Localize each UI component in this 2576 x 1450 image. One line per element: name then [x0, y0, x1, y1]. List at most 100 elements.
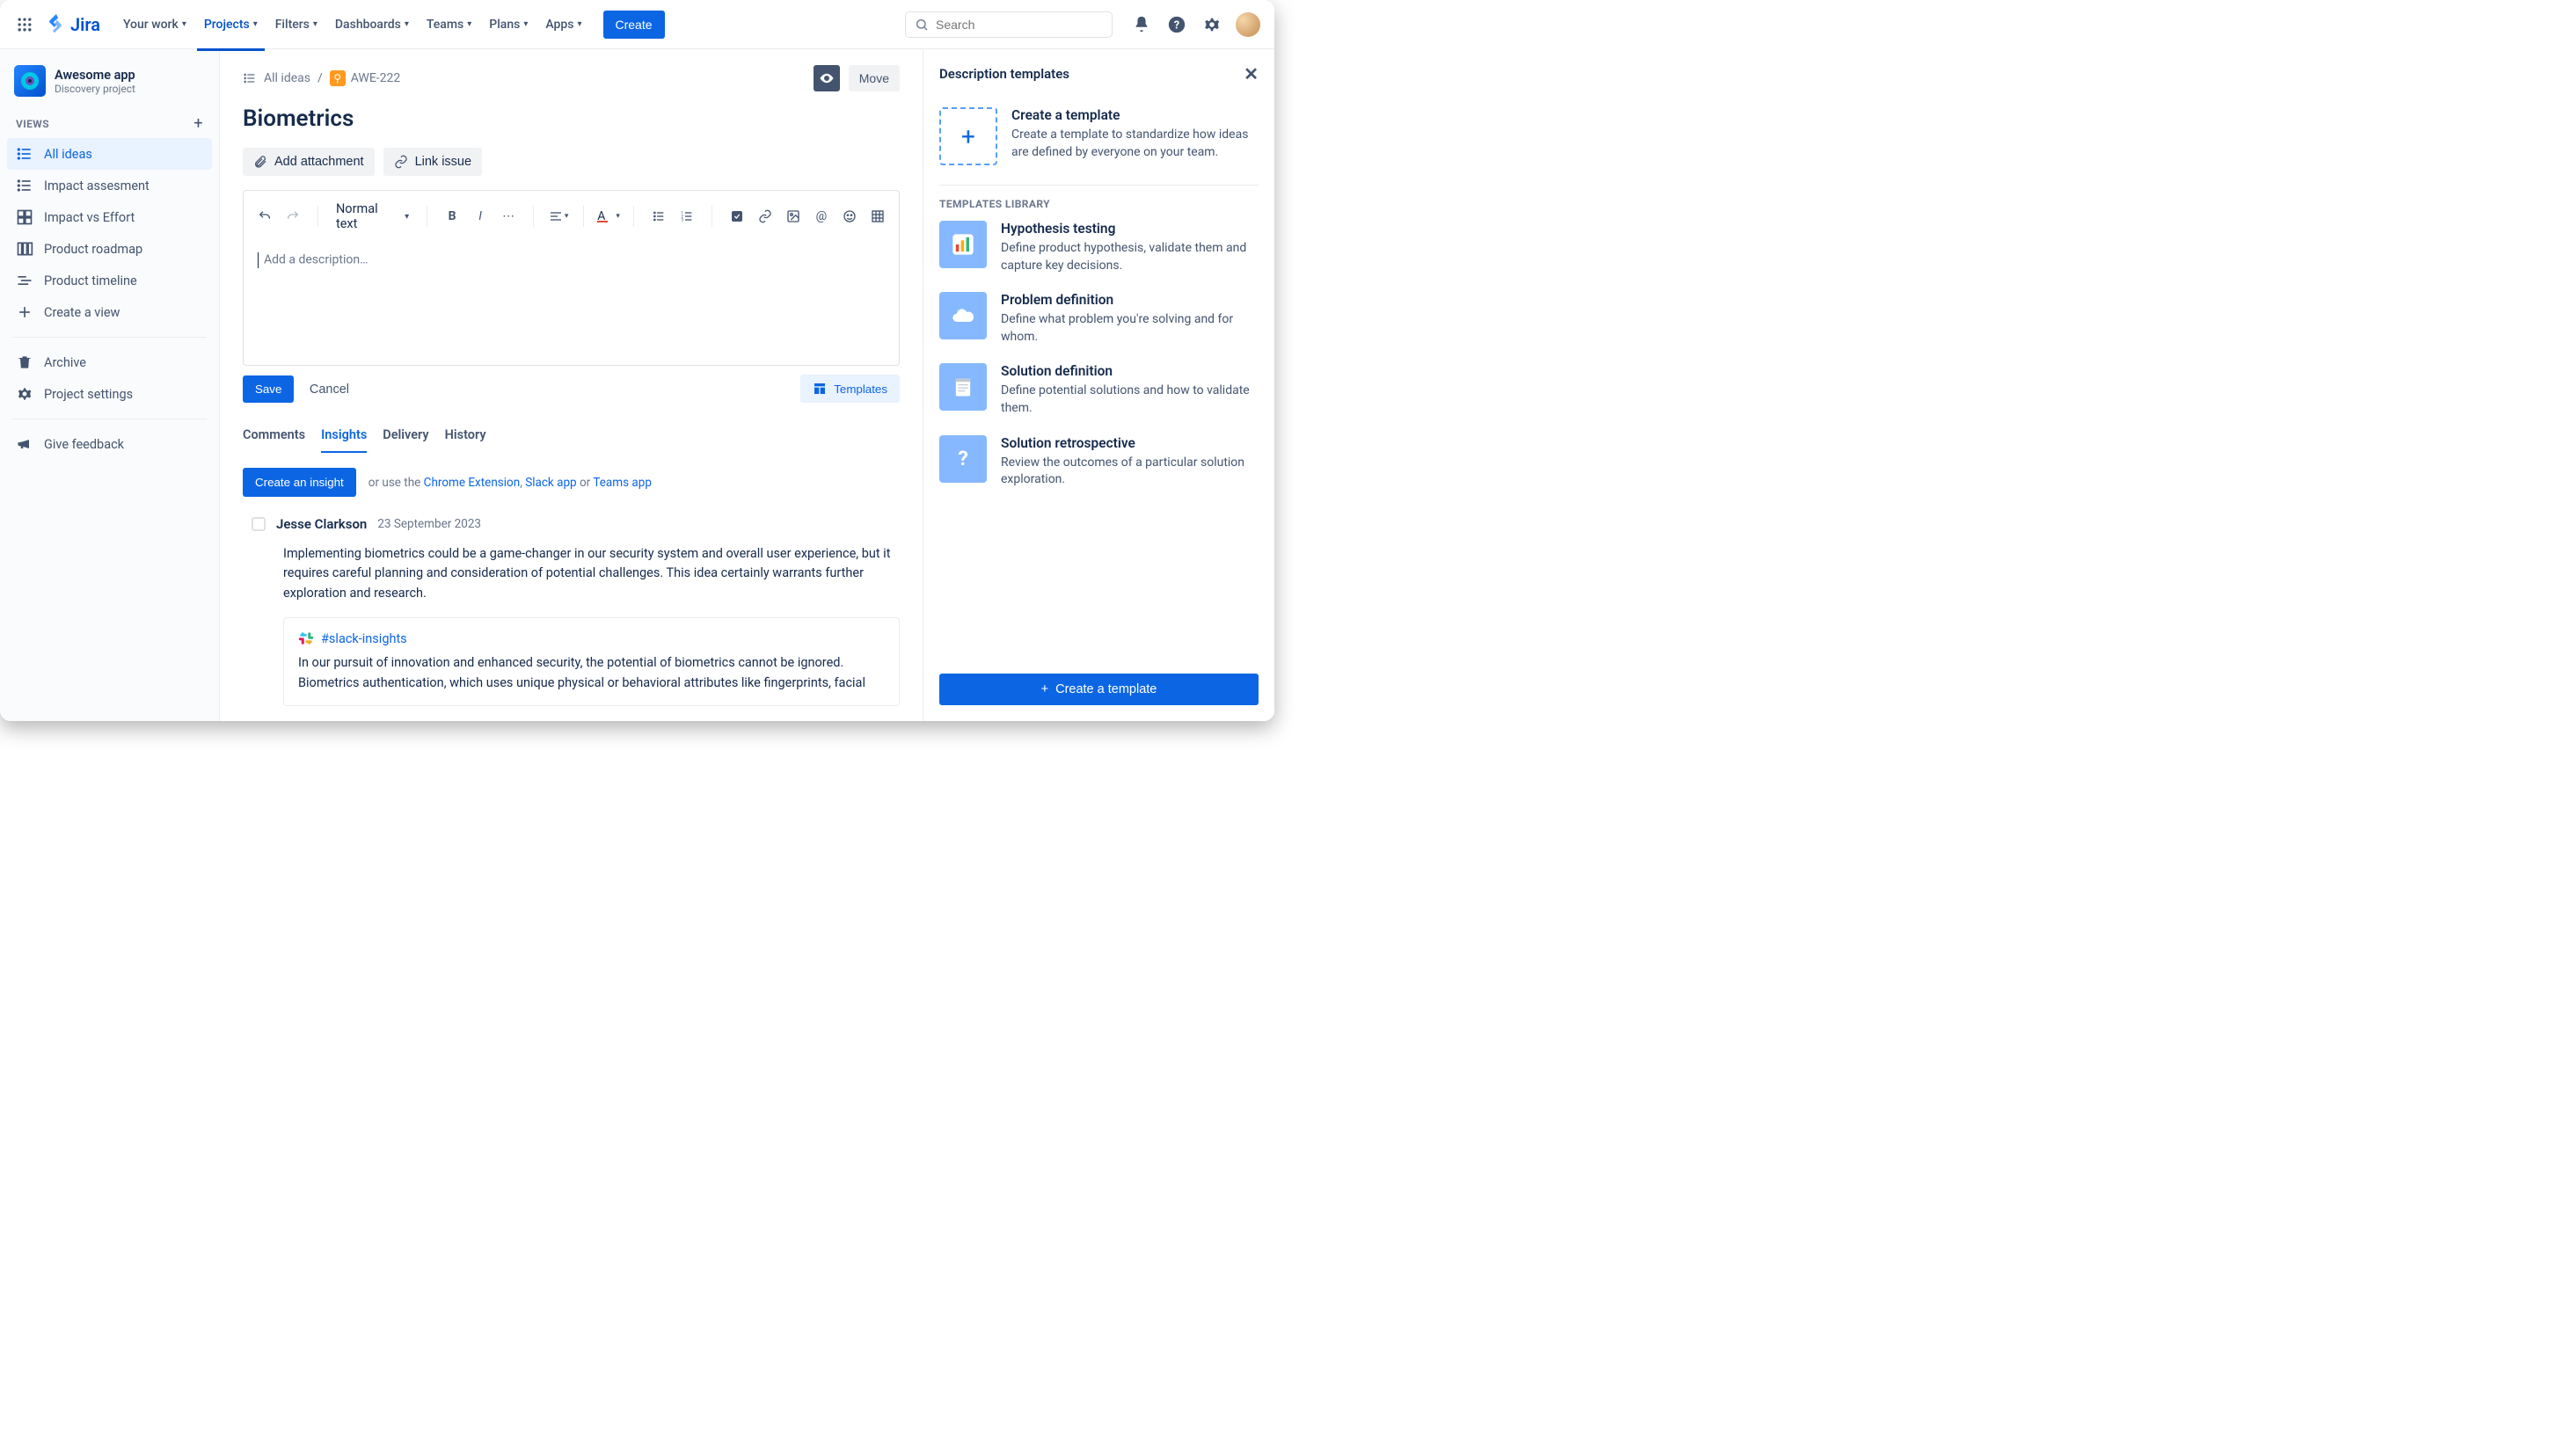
template-title: Problem definition	[1001, 292, 1259, 308]
svg-text:?: ?	[958, 447, 968, 470]
link-chrome-extension[interactable]: Chrome Extension	[424, 476, 521, 490]
insight-helper-text: or use the Chrome Extension, Slack app o…	[369, 476, 652, 490]
mention-button[interactable]: @	[809, 204, 834, 229]
link-issue-button[interactable]: Link issue	[383, 148, 482, 176]
nav-apps[interactable]: Apps▾	[538, 12, 588, 37]
notifications-icon[interactable]	[1130, 13, 1153, 36]
create-template-card[interactable]: + Create a template Create a template to…	[939, 98, 1259, 179]
issue-title[interactable]: Biometrics	[243, 106, 900, 132]
slack-channel[interactable]: #slack-insights	[321, 631, 407, 646]
search-box[interactable]	[905, 11, 1113, 38]
template-problem-definition[interactable]: Problem definition Define what problem y…	[939, 292, 1259, 346]
align-button[interactable]: ▾	[546, 204, 571, 229]
nav-projects[interactable]: Projects▾	[197, 12, 265, 37]
nav-plans[interactable]: Plans▾	[482, 12, 535, 37]
save-button[interactable]: Save	[243, 375, 294, 403]
search-icon	[915, 18, 929, 32]
megaphone-icon	[16, 435, 33, 453]
move-button[interactable]: Move	[849, 65, 900, 91]
editor-placeholder: Add a description…	[264, 253, 368, 267]
settings-icon[interactable]	[1200, 13, 1223, 36]
close-icon[interactable]: ✕	[1244, 63, 1259, 84]
template-hypothesis-testing[interactable]: Hypothesis testing Define product hypoth…	[939, 221, 1259, 274]
template-desc: Define potential solutions and how to va…	[1001, 383, 1259, 417]
action-item-button[interactable]	[725, 204, 749, 229]
nav-your-work[interactable]: Your work▾	[116, 12, 193, 37]
sidebar-archive[interactable]: Archive	[7, 346, 212, 378]
tab-delivery[interactable]: Delivery	[383, 422, 428, 453]
text-color-button[interactable]: A▾	[596, 204, 621, 229]
app-switcher-icon[interactable]	[14, 14, 35, 35]
undo-button[interactable]	[252, 204, 277, 229]
cancel-button[interactable]: Cancel	[310, 383, 349, 397]
sidebar-item-all-ideas[interactable]: All ideas	[7, 138, 212, 170]
project-header[interactable]: Awesome app Discovery project	[7, 62, 212, 109]
nav-dashboards[interactable]: Dashboards▾	[328, 12, 416, 37]
template-desc: Define product hypothesis, validate them…	[1001, 240, 1259, 274]
nav-teams[interactable]: Teams▾	[420, 12, 478, 37]
sidebar-item-label: Project settings	[44, 387, 133, 402]
sidebar-item-product-roadmap[interactable]: Product roadmap	[7, 233, 212, 265]
description-editor: Normal text▾ B I ⋯ ▾ A▾	[243, 190, 900, 366]
help-icon[interactable]: ?	[1165, 13, 1188, 36]
nav-items: Your work▾ Projects▾ Filters▾ Dashboards…	[116, 12, 589, 37]
chevron-down-icon: ▾	[182, 19, 186, 29]
tab-insights[interactable]: Insights	[321, 422, 367, 453]
table-button[interactable]	[865, 204, 890, 229]
question-icon: ?	[939, 435, 987, 483]
tab-comments[interactable]: Comments	[243, 422, 305, 453]
emoji-button[interactable]	[837, 204, 862, 229]
tab-history[interactable]: History	[445, 422, 486, 453]
insight-checkbox[interactable]	[252, 517, 266, 531]
image-button[interactable]	[781, 204, 806, 229]
sidebar-item-create-view[interactable]: Create a view	[7, 296, 212, 328]
jira-logo-text: Jira	[70, 14, 100, 35]
user-avatar[interactable]	[1236, 12, 1260, 37]
more-formatting-button[interactable]: ⋯	[496, 204, 521, 229]
template-solution-retrospective[interactable]: ? Solution retrospective Review the outc…	[939, 435, 1259, 489]
sidebar-project-settings[interactable]: Project settings	[7, 378, 212, 410]
template-title: Solution retrospective	[1001, 435, 1259, 451]
numbered-list-button[interactable]: 123	[675, 204, 699, 229]
italic-button[interactable]: I	[468, 204, 493, 229]
template-solution-definition[interactable]: Solution definition Define potential sol…	[939, 363, 1259, 417]
link-slack-app[interactable]: Slack app	[525, 476, 576, 490]
search-input[interactable]	[936, 18, 1103, 32]
insight-body: Implementing biometrics could be a game-…	[283, 544, 900, 603]
sidebar-item-product-timeline[interactable]: Product timeline	[7, 265, 212, 296]
chart-icon	[939, 221, 987, 268]
create-button[interactable]: Create	[603, 11, 665, 39]
sidebar-give-feedback[interactable]: Give feedback	[7, 428, 212, 460]
templates-panel: Description templates ✕ + Create a templ…	[923, 49, 1274, 721]
columns-icon	[16, 240, 33, 258]
nav-filters[interactable]: Filters▾	[268, 12, 325, 37]
slack-text: In our pursuit of innovation and enhance…	[298, 653, 885, 693]
create-template-footer-button[interactable]: + Create a template	[939, 674, 1259, 705]
breadcrumb-issue-key[interactable]: ⚲ AWE-222	[330, 70, 401, 86]
slack-icon	[298, 630, 314, 646]
views-label: VIEWS	[16, 118, 49, 130]
link-button[interactable]	[753, 204, 777, 229]
link-teams-app[interactable]: Teams app	[593, 476, 652, 490]
plus-icon: +	[1041, 682, 1048, 696]
templates-button[interactable]: Templates	[800, 375, 900, 403]
project-subtitle: Discovery project	[55, 83, 135, 95]
breadcrumb-root[interactable]: All ideas	[264, 71, 310, 85]
bullet-list-button[interactable]	[646, 204, 671, 229]
redo-button[interactable]	[281, 204, 305, 229]
sidebar-item-impact-assessment[interactable]: Impact assesment	[7, 170, 212, 201]
template-desc: Define what problem you're solving and f…	[1001, 311, 1259, 346]
sidebar-item-impact-vs-effort[interactable]: Impact vs Effort	[7, 201, 212, 233]
notepad-icon	[939, 363, 987, 411]
insight-author: Jesse Clarkson	[276, 516, 367, 532]
jira-logo[interactable]: Jira	[46, 14, 100, 35]
watch-toggle[interactable]	[814, 65, 840, 91]
chevron-down-icon: ▾	[577, 19, 581, 29]
editor-textarea[interactable]: Add a description…	[244, 242, 899, 365]
text-style-dropdown[interactable]: Normal text▾	[331, 198, 414, 235]
add-attachment-button[interactable]: Add attachment	[243, 148, 375, 176]
sidebar-item-label: Give feedback	[44, 437, 124, 452]
add-view-icon[interactable]: +	[193, 114, 203, 133]
create-insight-button[interactable]: Create an insight	[243, 468, 356, 497]
bold-button[interactable]: B	[440, 204, 464, 229]
